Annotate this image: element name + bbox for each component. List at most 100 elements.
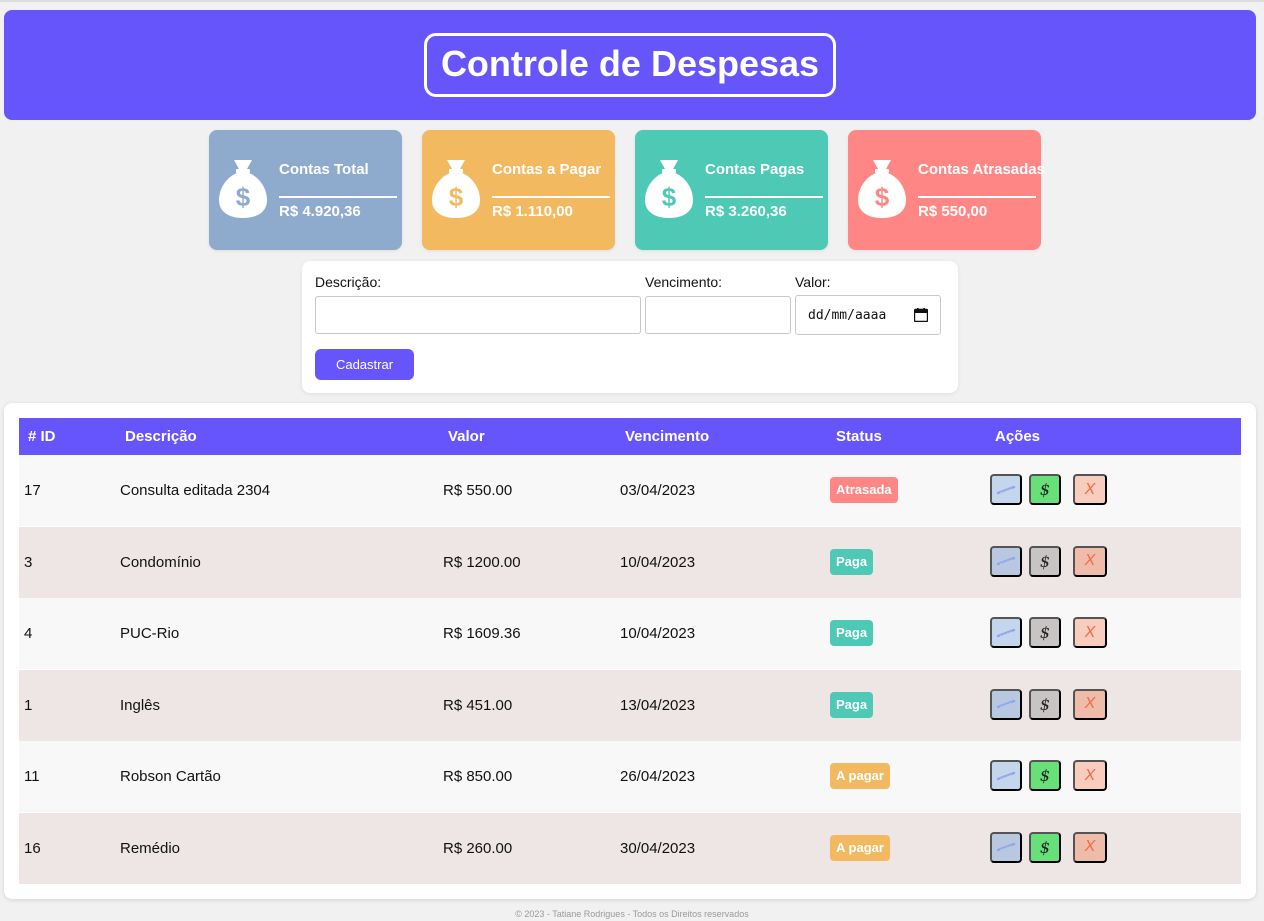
edit-button[interactable]	[990, 545, 1022, 577]
description-label: Descrição:	[315, 274, 382, 290]
table-row: 16 Remédio R$ 260.00 30/04/2023 A pagar $ X	[19, 812, 1241, 884]
pencil-icon	[996, 556, 1016, 566]
edit-button[interactable]	[990, 760, 1022, 791]
cell-due: 30/04/2023	[620, 839, 696, 857]
cell-description: Condomínio	[120, 553, 201, 571]
table-row: 17 Consulta editada 2304 R$ 550.00 03/04/20…	[19, 455, 1241, 526]
delete-button[interactable]: X	[1073, 760, 1107, 791]
close-icon: X	[1084, 623, 1096, 641]
cell-description: Consulta editada 2304	[120, 482, 271, 499]
delete-button[interactable]: X	[1073, 474, 1107, 505]
cell-id: 1	[24, 696, 33, 714]
dollar-icon: $	[1039, 623, 1051, 642]
table-header: # ID Descrição Valor Vencimento Status A…	[19, 418, 1241, 455]
pay-button[interactable]: $	[1029, 545, 1061, 577]
delete-button[interactable]: X	[1073, 545, 1107, 577]
cell-id: 4	[24, 625, 33, 642]
cell-due: 10/04/2023	[620, 553, 696, 571]
close-icon: X	[1084, 552, 1096, 569]
calendar-icon[interactable]	[914, 308, 928, 322]
status-badge: Paga	[830, 620, 874, 646]
description-input[interactable]	[315, 296, 641, 334]
cell-value: R$ 260.00	[443, 839, 513, 857]
cell-description: PUC-Rio	[120, 625, 180, 642]
card-title: Contas Pagas	[705, 161, 805, 178]
card-value: R$ 1.110,00	[492, 203, 573, 220]
edit-button[interactable]	[990, 831, 1022, 863]
status-badge: Paga	[830, 691, 874, 718]
card-divider	[492, 196, 610, 198]
close-icon: X	[1084, 695, 1096, 712]
cell-value: R$ 1609.36	[443, 625, 521, 642]
date-input[interactable]: dd/mm/aaaa	[795, 295, 941, 335]
delete-button[interactable]: X	[1073, 617, 1107, 648]
cell-description: Inglês	[120, 696, 161, 714]
close-icon: X	[1084, 766, 1096, 784]
cell-value: R$ 850.00	[443, 768, 513, 785]
edit-button[interactable]	[990, 474, 1022, 505]
delete-button[interactable]: X	[1073, 688, 1107, 720]
submit-button[interactable]: Cadastrar	[315, 349, 414, 380]
dollar-icon: $	[1039, 551, 1051, 571]
svg-text:$: $	[875, 182, 890, 212]
edit-button[interactable]	[990, 617, 1022, 648]
expenses-table: # ID Descrição Valor Vencimento Status A…	[4, 403, 1256, 899]
card-divider	[705, 196, 823, 198]
due-input[interactable]	[645, 296, 791, 334]
cell-description: Remédio	[120, 839, 181, 857]
pay-button[interactable]: $	[1029, 617, 1061, 648]
pencil-icon	[996, 842, 1016, 852]
close-icon: X	[1084, 480, 1096, 498]
cell-due: 03/04/2023	[620, 482, 696, 499]
dollar-icon: $	[1039, 837, 1051, 857]
page-title: Controle de Despesas	[423, 33, 837, 97]
money-bag-icon: $	[645, 160, 693, 218]
pay-button[interactable]: $	[1029, 831, 1061, 863]
status-badge: A pagar	[830, 834, 890, 861]
money-bag-icon: $	[432, 160, 480, 218]
column-header-description: Descrição	[125, 428, 197, 445]
cell-due: 13/04/2023	[620, 696, 696, 714]
card-title: Contas Total	[279, 161, 369, 178]
close-icon: X	[1084, 838, 1096, 855]
summary-cards: $ Contas Total R$ 4.920,36 $ Contas a Pa…	[209, 130, 1051, 250]
card-to-pay: $ Contas a Pagar R$ 1.110,00	[422, 130, 615, 250]
table-row: 11 Robson Cartão R$ 850.00 26/04/2023 A paga…	[19, 741, 1241, 812]
svg-text:$: $	[449, 182, 464, 212]
cell-id: 11	[24, 768, 40, 785]
dollar-icon: $	[1039, 480, 1051, 499]
cell-id: 3	[24, 553, 33, 571]
pencil-icon	[996, 628, 1016, 637]
delete-button[interactable]: X	[1073, 831, 1107, 863]
cell-value: R$ 550.00	[443, 482, 513, 499]
card-title: Contas a Pagar	[492, 161, 602, 178]
expense-form: Descrição: Vencimento: Valor: dd/mm/aaaa…	[302, 261, 958, 393]
card-overdue: $ Contas Atrasadas R$ 550,00	[848, 130, 1045, 250]
cell-value: R$ 1200.00	[443, 553, 521, 571]
table-row: 4 PUC-Rio R$ 1609.36 10/04/2023 Paga $ X	[19, 598, 1241, 669]
pencil-icon	[996, 771, 1016, 780]
pay-button[interactable]: $	[1029, 760, 1061, 791]
column-header-status: Status	[836, 428, 882, 445]
cell-value: R$ 451.00	[443, 696, 513, 714]
status-badge: A pagar	[830, 763, 890, 789]
column-header-value: Valor	[448, 428, 485, 445]
cell-id: 16	[24, 839, 41, 857]
card-value: R$ 3.260,36	[705, 203, 787, 220]
table-row: 3 Condomínio R$ 1200.00 10/04/2023 Paga $ X	[19, 526, 1241, 598]
dollar-icon: $	[1039, 694, 1051, 714]
card-divider	[918, 196, 1036, 198]
cell-id: 17	[24, 482, 41, 499]
pay-button[interactable]: $	[1029, 474, 1061, 505]
date-placeholder: dd/mm/aaaa	[808, 307, 887, 323]
money-bag-icon: $	[219, 160, 267, 218]
card-value: R$ 550,00	[918, 203, 988, 220]
pay-button[interactable]: $	[1029, 688, 1061, 720]
edit-button[interactable]	[990, 688, 1022, 720]
cell-description: Robson Cartão	[120, 768, 221, 785]
page-header: Controle de Despesas	[4, 10, 1256, 120]
svg-text:$: $	[236, 182, 251, 212]
value-label: Valor:	[795, 274, 831, 290]
status-badge: Atrasada	[830, 477, 898, 503]
card-total: $ Contas Total R$ 4.920,36	[209, 130, 402, 250]
